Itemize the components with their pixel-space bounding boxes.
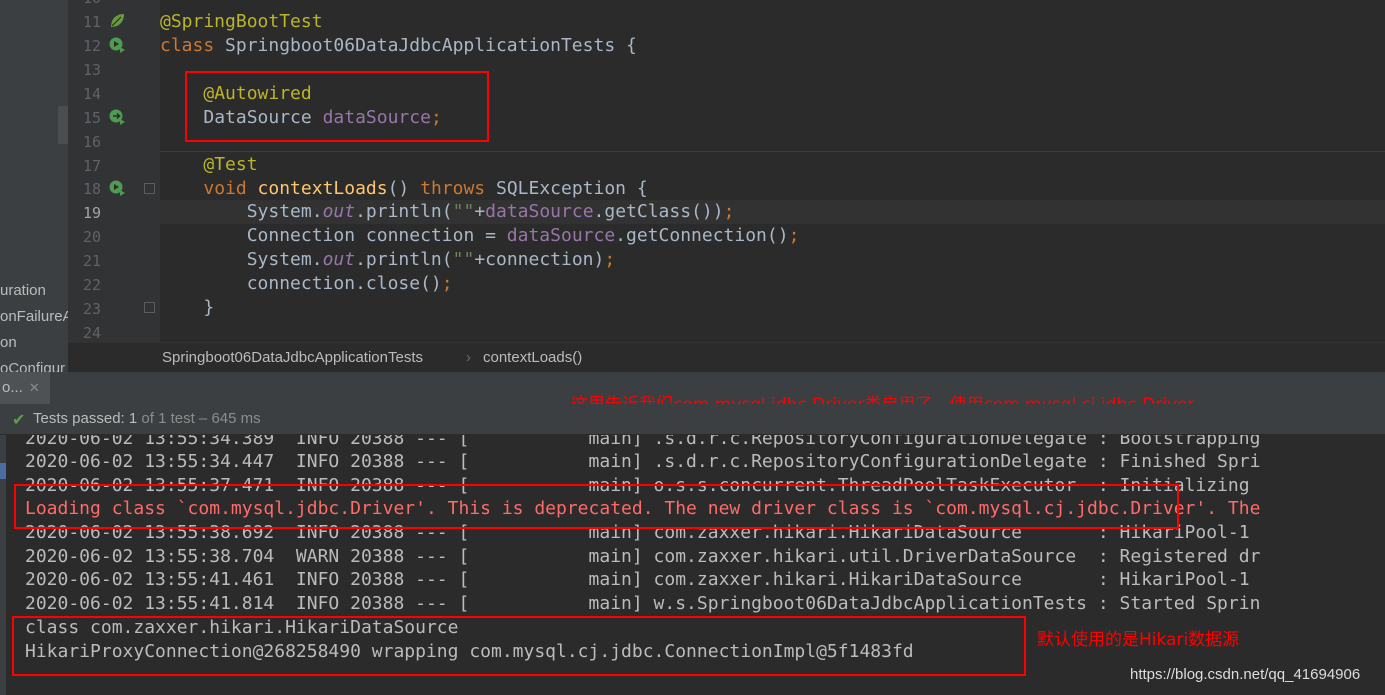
- static-field: out: [322, 249, 356, 270]
- status-count: 1: [128, 410, 138, 427]
- field-name: dataSource: [506, 225, 616, 246]
- breadcrumb-separator: ›: [466, 349, 471, 366]
- log-line: 2020-06-02 13:55:41.814 INFO 20388 --- […: [25, 593, 1261, 614]
- keyword: throws: [420, 178, 486, 199]
- watermark: https://blog.csdn.net/qq_41694906: [1130, 666, 1361, 683]
- log-line: 2020-06-02 13:55:34.447 INFO 20388 --- […: [25, 451, 1261, 472]
- line-number: 12: [82, 37, 101, 55]
- breadcrumb-class[interactable]: Springboot06DataJdbcApplicationTests: [162, 349, 423, 366]
- string-literal: "": [452, 249, 475, 270]
- fold-marker[interactable]: [144, 302, 155, 313]
- semicolon: ;: [788, 225, 800, 246]
- line-number: 23: [82, 300, 101, 318]
- sidebar-item[interactable]: uration: [0, 282, 46, 299]
- run-test-icon[interactable]: [108, 36, 126, 54]
- line-number: 18: [82, 180, 101, 198]
- code-line-22: connection.close();: [160, 272, 453, 296]
- run-tool-tabbar: o...✕ 这里告诉我们com.mysql.jdbc.Driver类启用了，使用…: [0, 372, 1385, 415]
- line-number: 14: [82, 85, 101, 103]
- log-line: 2020-06-02 13:55:41.461 INFO 20388 --- […: [25, 569, 1250, 590]
- annotation: @Test: [203, 154, 258, 175]
- line-number: 13: [82, 61, 101, 79]
- line-number: 16: [82, 133, 101, 151]
- semicolon: ;: [723, 201, 735, 222]
- code-line-20: Connection connection = dataSource.getCo…: [160, 224, 800, 248]
- class-declaration: Springboot06DataJdbcApplicationTests {: [214, 35, 637, 56]
- method-separator: [160, 151, 1385, 152]
- code-text: System.: [246, 249, 323, 270]
- run-test-method-icon[interactable]: [108, 179, 126, 197]
- sidebar-item[interactable]: onFailureA: [0, 308, 68, 325]
- line-number: 11: [82, 13, 101, 31]
- run-tab-label: o...: [2, 379, 23, 396]
- semicolon: ;: [441, 273, 453, 294]
- code-text: .getClass()): [593, 201, 724, 222]
- log-line: 2020-06-02 13:55:34.389 INFO 20388 --- […: [25, 435, 1261, 449]
- project-sidebar: uration onFailureA on oConfigur: [0, 0, 68, 372]
- code-line-21: System.out.println(""+connection);: [160, 248, 616, 272]
- code-text: +connection): [474, 249, 605, 270]
- sidebar-item[interactable]: oConfigur: [0, 360, 65, 372]
- sidebar-selection: [58, 106, 68, 144]
- line-number: 22: [82, 276, 101, 294]
- line-number: 10: [68, 0, 101, 10]
- status-time: – 645 ms: [194, 410, 261, 427]
- autowired-highlight-box: [185, 71, 489, 142]
- code-text: .getConnection(): [615, 225, 789, 246]
- static-field: out: [322, 201, 356, 222]
- code-editor[interactable]: @SpringBootTest class Springboot06DataJd…: [160, 0, 1385, 342]
- method-name: contextLoads: [257, 178, 388, 199]
- semicolon: ;: [604, 249, 616, 270]
- fold-marker[interactable]: [144, 183, 155, 194]
- test-status-text: Tests passed: 1 of 1 test – 645 ms: [33, 410, 261, 427]
- autowired-navigate-icon[interactable]: [108, 108, 126, 126]
- breadcrumb-method[interactable]: contextLoads(): [483, 349, 582, 366]
- code-text: +: [474, 201, 486, 222]
- parens: (): [387, 178, 421, 199]
- annotation: @SpringBootTest: [160, 11, 323, 32]
- status-prefix: Tests passed:: [33, 410, 129, 427]
- run-tab[interactable]: o... ✕: [0, 372, 50, 404]
- exception-type: SQLException {: [485, 178, 648, 199]
- code-text: connection.close(): [246, 273, 442, 294]
- log-line: 2020-06-02 13:55:38.704 WARN 20388 --- […: [25, 546, 1261, 567]
- test-status-bar: ✔ Tests passed: 1 of 1 test – 645 ms: [0, 404, 1385, 435]
- editor-gutter: 10 11 12 13 14 15 16 17 18 19 20 21 22 2…: [68, 0, 160, 342]
- code-line-17: @Test: [160, 153, 258, 177]
- console-output[interactable]: 2020-06-02 13:55:34.389 INFO 20388 --- […: [6, 435, 1385, 695]
- field-name: dataSource: [485, 201, 594, 222]
- code-text: Connection connection =: [246, 225, 507, 246]
- hikari-annotation-note: 默认使用的是Hikari数据源: [1037, 630, 1240, 650]
- status-of: of 1 test: [137, 410, 195, 427]
- string-literal: "": [452, 201, 475, 222]
- check-icon: ✔: [12, 412, 26, 429]
- datasource-highlight-box: [12, 616, 1026, 676]
- code-line-12: class Springboot06DataJdbcApplicationTes…: [160, 34, 637, 58]
- keyword: class: [160, 35, 215, 56]
- line-number: 20: [82, 228, 101, 246]
- keyword: void: [203, 178, 258, 199]
- spring-bean-icon[interactable]: [108, 12, 126, 30]
- line-number: 15: [82, 109, 101, 127]
- code-line-23: }: [160, 296, 214, 320]
- deprecation-highlight-box: [14, 484, 1179, 529]
- code-line-19: System.out.println(""+dataSource.getClas…: [160, 200, 735, 224]
- code-text: .println(: [355, 201, 453, 222]
- sidebar-item[interactable]: on: [0, 334, 17, 351]
- closing-brace: }: [203, 297, 215, 318]
- code-text: .println(: [355, 249, 453, 270]
- line-number: 21: [82, 252, 101, 270]
- line-number-current: 19: [82, 204, 101, 222]
- close-icon[interactable]: ✕: [29, 380, 40, 395]
- code-text: System.: [246, 201, 323, 222]
- code-line-18: void contextLoads() throws SQLException …: [160, 177, 648, 201]
- code-line-11: @SpringBootTest: [160, 10, 323, 34]
- breadcrumb: Springboot06DataJdbcApplicationTests › c…: [68, 342, 1385, 373]
- line-number: 17: [82, 157, 101, 175]
